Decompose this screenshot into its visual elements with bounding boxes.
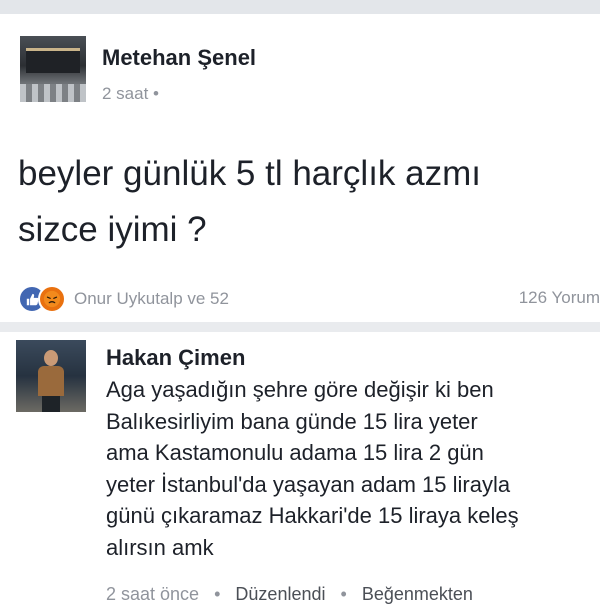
post-timestamp[interactable]: 2 saat • xyxy=(102,84,159,104)
comment-line: Aga yaşadığın şehre göre değişir ki ben xyxy=(106,377,494,402)
divider xyxy=(0,322,600,332)
comment-time[interactable]: 2 saat önce xyxy=(106,584,199,604)
post-text-line-1: beyler günlük 5 tl harçlık azmı xyxy=(18,154,481,193)
commenter-avatar[interactable] xyxy=(16,340,86,412)
comment-line: yeter İstanbul'da yaşayan adam 15 lirayl… xyxy=(106,471,511,497)
avatar-figure-coat xyxy=(38,366,64,396)
post-author-name[interactable]: Metehan Şenel xyxy=(102,45,256,71)
separator-dot: • xyxy=(214,584,221,604)
comment-count[interactable]: 126 Yorum xyxy=(519,288,600,308)
angry-reaction-icon xyxy=(38,285,66,313)
separator-dot: • xyxy=(340,584,347,604)
unlike-link[interactable]: Beğenmekten xyxy=(362,584,473,604)
avatar-figure-head xyxy=(44,350,58,366)
avatar-figure-legs xyxy=(42,396,60,412)
comment-actions: 2 saat önce • Düzenlendi • Beğenmekten xyxy=(106,584,473,605)
comment-line: ama Kastamonulu adama 15 lira 2 gün xyxy=(106,440,484,465)
commenter-name[interactable]: Hakan Çimen xyxy=(106,345,245,371)
post-time[interactable]: 2 saat xyxy=(102,84,148,103)
comment-line: Balıkesirliyim bana günde 15 lira yeter xyxy=(106,408,478,434)
comment-body: Aga yaşadığın şehre göre değişir ki ben … xyxy=(106,374,591,563)
post-text-line-2: sizce iyimi ? xyxy=(18,210,207,249)
edited-link[interactable]: Düzenlendi xyxy=(235,584,325,604)
post-body: beyler günlük 5 tl harçlık azmı sizce iy… xyxy=(18,146,588,258)
comment-line: günü çıkaramaz Hakkari'de 15 liraya kele… xyxy=(106,503,519,528)
privacy-dot: • xyxy=(153,84,159,103)
top-bar xyxy=(0,0,600,14)
reactions-summary[interactable]: Onur Uykutalp ve 52 xyxy=(18,285,229,313)
post-author-avatar[interactable] xyxy=(20,36,86,102)
reactions-text[interactable]: Onur Uykutalp ve 52 xyxy=(74,289,229,309)
comment-line: alırsın amk xyxy=(106,534,214,560)
